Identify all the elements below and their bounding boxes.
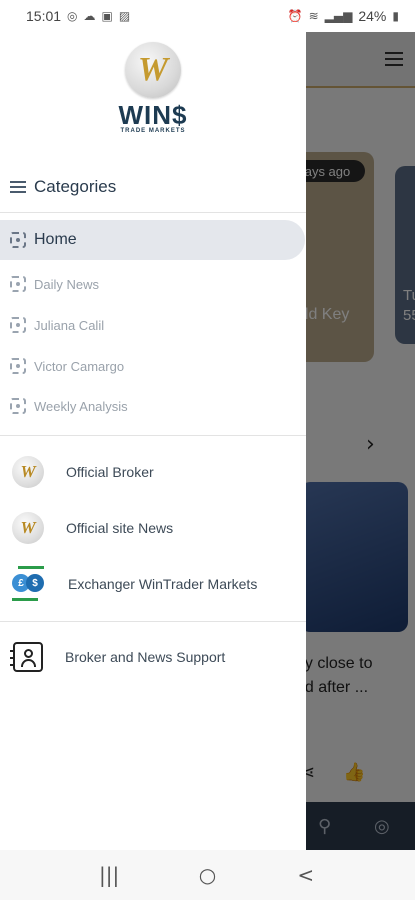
logo-subtitle: TRADE MARKETS	[120, 128, 186, 134]
drawer-item-label: Exchanger WinTrader Markets	[68, 576, 258, 592]
drawer-item-exchanger[interactable]: £ $ Exchanger WinTrader Markets	[10, 564, 257, 604]
drawer-item-support[interactable]: Broker and News Support	[10, 637, 225, 677]
status-right: ⏰ ≋ ▂▄▆ 24% ▮	[288, 8, 399, 24]
drawer-item-label: Home	[34, 231, 77, 248]
image-icon: ▨	[118, 9, 131, 23]
category-icon	[10, 317, 26, 333]
recent-apps-button[interactable]: |||	[89, 863, 129, 887]
divider	[0, 212, 306, 213]
drawer-item-daily-news[interactable]: Daily News	[10, 272, 99, 296]
drawer-item-victor-camargo[interactable]: Victor Camargo	[10, 354, 124, 378]
wifi-icon: ≋	[308, 9, 319, 23]
battery-level: 24%	[358, 8, 387, 24]
contact-book-icon	[10, 642, 43, 672]
battery-icon: ▮	[392, 9, 399, 23]
gallery-icon: ▣	[101, 9, 113, 23]
drawer-item-label: Weekly Analysis	[34, 398, 128, 414]
status-bar: 15:01 ◎ ☁ ▣ ▨ ⏰ ≋ ▂▄▆ 24% ▮	[0, 0, 415, 32]
whatsapp-icon: ◎	[67, 9, 78, 23]
navigation-drawer: W WIN$ TRADE MARKETS Categories Home Dai…	[0, 32, 306, 850]
categories-label: Categories	[34, 177, 117, 196]
status-time: 15:01	[26, 8, 62, 24]
drawer-item-label: Juliana Calil	[34, 317, 105, 333]
drawer-item-weekly-analysis[interactable]: Weekly Analysis	[10, 394, 128, 418]
system-navigation-bar: ||| ○ <	[0, 850, 415, 900]
drawer-item-label: Victor Camargo	[34, 358, 125, 374]
drawer-item-label: Official Broker	[66, 464, 154, 480]
category-icon	[10, 276, 26, 292]
status-left: 15:01 ◎ ☁ ▣ ▨	[26, 8, 130, 24]
drawer-item-label: Broker and News Support	[65, 649, 226, 665]
list-icon	[10, 181, 26, 193]
drawer-item-official-broker[interactable]: W Official Broker	[10, 452, 154, 492]
divider	[0, 621, 306, 622]
wins-coin-icon: W	[12, 456, 44, 488]
categories-header[interactable]: Categories	[10, 177, 116, 197]
brand-logo: W WIN$ TRADE MARKETS	[0, 42, 306, 134]
drawer-item-label: Official site News	[66, 520, 174, 536]
logo-mark: W	[137, 51, 169, 88]
category-icon	[10, 398, 26, 414]
drawer-item-official-site-news[interactable]: W Official site News	[10, 508, 173, 548]
back-button[interactable]: <	[286, 863, 326, 887]
drawer-item-label: Daily News	[34, 276, 100, 292]
drawer-item-home[interactable]: Home	[0, 220, 305, 260]
currency-exchange-icon: £ $	[10, 566, 46, 602]
category-icon	[10, 232, 26, 248]
wins-coin-icon: W	[125, 42, 181, 98]
home-button[interactable]: ○	[187, 863, 227, 887]
alarm-icon: ⏰	[287, 9, 303, 23]
cloud-icon: ☁	[83, 9, 96, 23]
category-icon	[10, 358, 26, 374]
logo-text: WIN$	[118, 100, 188, 130]
drawer-item-juliana-calil[interactable]: Juliana Calil	[10, 313, 104, 337]
wins-coin-icon: W	[12, 512, 44, 544]
signal-icon: ▂▄▆	[324, 9, 353, 23]
divider	[0, 435, 306, 436]
